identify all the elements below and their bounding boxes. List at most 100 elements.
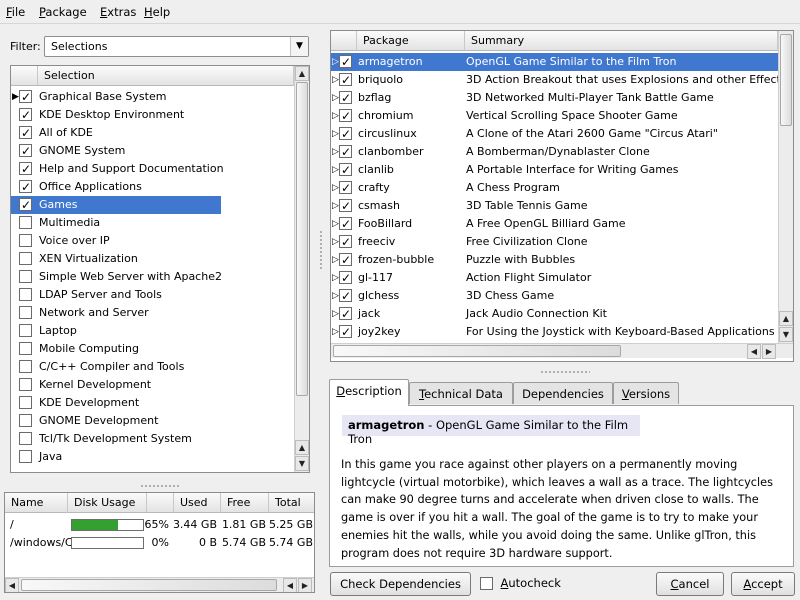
selection-row[interactable]: Games <box>11 196 221 214</box>
selection-checkbox[interactable] <box>19 360 32 373</box>
menu-package[interactable]: Package <box>39 5 87 19</box>
disk-col-usage[interactable]: Disk Usage <box>68 493 147 513</box>
scroll-down-icon[interactable]: ▼ <box>779 327 793 342</box>
scroll-left-icon[interactable]: ◀ <box>283 578 297 592</box>
package-col-summary[interactable]: Summary <box>465 31 778 51</box>
scroll-left-icon[interactable]: ◀ <box>747 344 761 359</box>
check-dependencies-button[interactable]: Check Dependencies <box>330 572 471 596</box>
package-checkbox[interactable] <box>339 89 352 107</box>
selection-check-header[interactable] <box>11 66 38 86</box>
menu-file[interactable]: File <box>6 5 25 19</box>
selection-row[interactable]: Mobile Computing <box>11 340 294 358</box>
selection-checkbox[interactable] <box>19 288 32 301</box>
disk-row[interactable]: / 65% 3.44 GB 1.81 GB 5.25 GB <box>5 516 314 534</box>
scrollbar-thumb[interactable] <box>21 579 277 591</box>
selection-row[interactable]: Network and Server <box>11 304 294 322</box>
tab-technical-data[interactable]: Technical Data <box>409 382 513 404</box>
selection-row[interactable]: Multimedia <box>11 214 294 232</box>
package-row[interactable]: ▷ FooBillard A Free OpenGL Billiard Game <box>331 215 778 233</box>
package-row[interactable]: ▷ circuslinux A Clone of the Atari 2600 Ga… <box>331 125 778 143</box>
disk-row[interactable]: /windows/C 0% 0 B 5.74 GB 5.74 GB <box>5 534 314 552</box>
cancel-button[interactable]: Cancel <box>656 572 724 596</box>
selection-checkbox[interactable] <box>19 378 32 391</box>
scroll-right-icon[interactable]: ▶ <box>298 578 312 592</box>
selection-checkbox[interactable] <box>19 396 32 409</box>
package-checkbox[interactable] <box>339 215 352 233</box>
selection-checkbox[interactable] <box>19 270 32 283</box>
selection-checkbox[interactable] <box>19 216 32 229</box>
scrollbar-thumb[interactable] <box>780 34 792 126</box>
filter-dropdown[interactable]: Selections ▼ <box>44 36 309 57</box>
package-row[interactable]: ▷ armagetron OpenGL Game Similar to the Fi… <box>331 53 778 71</box>
selection-checkbox[interactable] <box>19 342 32 355</box>
tab-description[interactable]: Description <box>329 379 409 406</box>
package-row[interactable]: ▷ csmash 3D Table Tennis Game <box>331 197 778 215</box>
selection-row[interactable]: KDE Desktop Environment <box>11 106 294 124</box>
package-vscrollbar[interactable]: ▲ ▼ <box>778 31 793 343</box>
disk-col-free[interactable]: Free <box>221 493 269 513</box>
package-checkbox[interactable] <box>339 287 352 305</box>
package-row[interactable]: ▷ glchess 3D Chess Game <box>331 287 778 305</box>
autocheck-checkbox[interactable]: Autocheck <box>480 576 561 590</box>
selection-row[interactable]: Voice over IP <box>11 232 294 250</box>
package-checkbox[interactable] <box>339 323 352 341</box>
package-row[interactable]: ▷ freeciv Free Civilization Clone <box>331 233 778 251</box>
selection-row[interactable]: Java <box>11 448 294 466</box>
selection-checkbox[interactable] <box>19 306 32 319</box>
package-checkbox[interactable] <box>339 269 352 287</box>
menu-help[interactable]: Help <box>144 5 170 19</box>
accept-button[interactable]: Accept <box>731 572 795 596</box>
package-row[interactable]: ▷ gl-117 Action Flight Simulator <box>331 269 778 287</box>
selection-scrollbar[interactable]: ▲ ▲ ▼ <box>294 66 309 472</box>
selection-checkbox[interactable] <box>19 124 32 142</box>
disk-col-used[interactable]: Used <box>174 493 221 513</box>
disk-hscrollbar[interactable]: ◀ ◀ ▶ <box>5 577 314 592</box>
package-row[interactable]: ▷ crafty A Chess Program <box>331 179 778 197</box>
package-check-header[interactable] <box>331 31 357 51</box>
package-checkbox[interactable] <box>339 197 352 215</box>
selection-checkbox[interactable] <box>19 432 32 445</box>
scroll-up-icon[interactable]: ▲ <box>295 66 309 81</box>
scroll-right-icon[interactable]: ▶ <box>762 344 776 359</box>
chevron-down-icon[interactable]: ▼ <box>290 37 308 56</box>
scroll-up-icon[interactable]: ▲ <box>779 311 793 326</box>
selection-row[interactable]: Tcl/Tk Development System <box>11 430 294 448</box>
selection-checkbox[interactable] <box>19 142 32 160</box>
splitter-handle[interactable] <box>140 484 180 488</box>
package-row[interactable]: ▷ joy2key For Using the Joystick with Keyb… <box>331 323 778 341</box>
selection-row[interactable]: GNOME Development <box>11 412 294 430</box>
package-checkbox[interactable] <box>339 71 352 89</box>
package-checkbox[interactable] <box>339 233 352 251</box>
package-row[interactable]: ▷ jack Jack Audio Connection Kit <box>331 305 778 323</box>
disk-col-total[interactable]: Total <box>269 493 314 513</box>
expand-arrow-icon[interactable]: ▶ <box>12 88 19 106</box>
package-checkbox[interactable] <box>339 53 352 71</box>
selection-row[interactable]: Simple Web Server with Apache2 <box>11 268 294 286</box>
selection-checkbox[interactable] <box>19 196 32 214</box>
selection-checkbox[interactable] <box>19 324 32 337</box>
disk-col-name[interactable]: Name <box>5 493 68 513</box>
package-row[interactable]: ▷ clanbomber A Bomberman/Dynablaster Clone <box>331 143 778 161</box>
tab-dependencies[interactable]: Dependencies <box>513 382 613 404</box>
scroll-down-icon[interactable]: ▼ <box>295 456 309 471</box>
package-checkbox[interactable] <box>339 179 352 197</box>
selection-row[interactable]: Laptop <box>11 322 294 340</box>
selection-row[interactable]: XEN Virtualization <box>11 250 294 268</box>
package-checkbox[interactable] <box>339 143 352 161</box>
selection-checkbox[interactable] <box>19 252 32 265</box>
tab-versions[interactable]: Versions <box>613 382 679 404</box>
selection-row[interactable]: Kernel Development <box>11 376 294 394</box>
selection-row[interactable]: C/C++ Compiler and Tools <box>11 358 294 376</box>
splitter-handle[interactable] <box>319 230 323 270</box>
package-row[interactable]: ▷ briquolo 3D Action Breakout that uses Ex… <box>331 71 787 89</box>
scroll-left-icon[interactable]: ◀ <box>5 578 19 592</box>
package-row[interactable]: ▷ chromium Vertical Scrolling Space Shoote… <box>331 107 778 125</box>
package-row[interactable]: ▷ frozen-bubble Puzzle with Bubbles <box>331 251 778 269</box>
package-checkbox[interactable] <box>339 107 352 125</box>
selection-row[interactable]: LDAP Server and Tools <box>11 286 294 304</box>
selection-checkbox[interactable] <box>19 234 32 247</box>
package-checkbox[interactable] <box>339 161 352 179</box>
package-hscrollbar[interactable]: ◀ ▶ <box>331 343 793 359</box>
selection-row[interactable]: GNOME System <box>11 142 294 160</box>
selection-checkbox[interactable] <box>19 106 32 124</box>
